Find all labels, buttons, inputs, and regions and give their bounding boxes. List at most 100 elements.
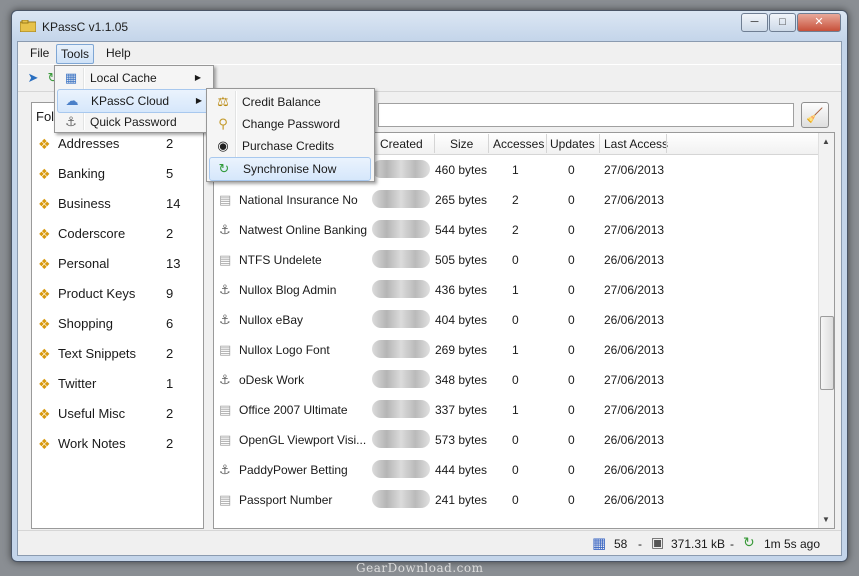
entry-updates: 0	[568, 463, 575, 477]
table-row[interactable]: ⚓ Nullox Blog Admin 436 bytes 1 0 27/06/2013	[214, 275, 818, 305]
entry-updates: 0	[568, 373, 575, 387]
folder-item[interactable]: ❖ Personal 13	[36, 253, 196, 275]
entry-size: 404 bytes	[435, 313, 488, 327]
table-row[interactable]: ▤ Nullox Logo Font 269 bytes 1 0 26/06/2013	[214, 335, 818, 365]
column-created[interactable]: Created	[380, 137, 423, 151]
column-size[interactable]: Size	[450, 137, 473, 151]
table-row[interactable]: ▤ OpenGL Viewport Visi... 573 bytes 0 0 26/06…	[214, 425, 818, 455]
entry-accesses: 0	[512, 493, 519, 507]
entry-updates: 0	[568, 313, 575, 327]
cloud-menu-item[interactable]: ⚲ Change Password	[209, 113, 369, 135]
menu-item-label: Synchronise Now	[243, 162, 337, 176]
table-row[interactable]: ▤ Office 2007 Ultimate 337 bytes 1 0 27/06/20…	[214, 395, 818, 425]
folder-item[interactable]: ❖ Business 14	[36, 193, 196, 215]
created-redacted	[372, 400, 430, 418]
folder-item[interactable]: ❖ Work Notes 2	[36, 433, 196, 455]
folder-name: Personal	[58, 256, 110, 271]
blocks-icon: ▦	[592, 535, 607, 552]
entry-last-access: 26/06/2013	[604, 343, 665, 357]
scroll-down-icon[interactable]: ▼	[822, 515, 830, 524]
tools-menu-item[interactable]: ☁ KPassC Cloud ▶	[57, 89, 211, 113]
table-row[interactable]: ⚓ PaddyPower Betting 444 bytes 0 0 26/06/2013	[214, 455, 818, 485]
entry-accesses: 0	[512, 313, 519, 327]
entry-size: 460 bytes	[435, 163, 488, 177]
scroll-up-icon[interactable]: ▲	[822, 137, 830, 146]
entry-size: 436 bytes	[435, 283, 488, 297]
menu-file[interactable]: File	[26, 44, 53, 62]
submenu-arrow-icon: ▶	[194, 73, 201, 82]
folders-panel: Fol ❖ Addresses 2 ❖ Banking 5 ❖ Business 14 ❖ Code…	[31, 102, 204, 529]
folder-icon: ❖	[38, 196, 51, 212]
menu-item-label: KPassC Cloud	[91, 94, 170, 108]
entry-last-access: 27/06/2013	[604, 373, 665, 387]
folder-count: 14	[166, 196, 181, 211]
entry-accesses: 0	[512, 253, 519, 267]
created-redacted	[372, 250, 430, 268]
key-icon: ⚓	[65, 114, 77, 129]
table-row[interactable]: ▤ Passport Number 241 bytes 0 0 26/06/2013	[214, 485, 818, 515]
entry-name: Passport Number	[239, 493, 333, 507]
created-redacted	[372, 280, 430, 298]
folder-item[interactable]: ❖ Text Snippets 2	[36, 343, 196, 365]
table-row[interactable]: ⚓ Nullox eBay 404 bytes 0 0 26/06/2013	[214, 305, 818, 335]
clear-search-button[interactable]: 🧹	[801, 102, 829, 128]
title-bar[interactable]: KPassC v1.1.05 ─ □ ✕	[12, 11, 847, 41]
folder-item[interactable]: ❖ Shopping 6	[36, 313, 196, 335]
minimize-button[interactable]: ─	[741, 13, 768, 32]
folder-item[interactable]: ❖ Product Keys 9	[36, 283, 196, 305]
entry-updates: 0	[568, 223, 575, 237]
tools-menu-item[interactable]: ⚓ Quick Password	[57, 111, 209, 133]
sync-icon: ↻	[218, 161, 230, 176]
folder-name: Work Notes	[58, 436, 126, 451]
entry-last-access: 27/06/2013	[604, 193, 665, 207]
created-redacted	[372, 310, 430, 328]
entry-last-access: 26/06/2013	[604, 313, 665, 327]
entry-accesses: 0	[512, 463, 519, 477]
cloud-menu-item[interactable]: ⚖ Credit Balance	[209, 91, 369, 113]
cloud-menu-item[interactable]: ◉ Purchase Credits	[209, 135, 369, 157]
entry-last-access: 26/06/2013	[604, 253, 665, 267]
entry-name: National Insurance No	[239, 193, 358, 207]
scroll-thumb[interactable]	[820, 316, 834, 390]
entry-size: 337 bytes	[435, 403, 488, 417]
menu-help[interactable]: Help	[102, 44, 135, 62]
window-title: KPassC v1.1.05	[42, 20, 129, 34]
cloud-menu-item[interactable]: ↻ Synchronise Now	[209, 157, 371, 181]
column-updates[interactable]: Updates	[550, 137, 595, 151]
column-accesses[interactable]: Accesses	[493, 137, 544, 151]
table-row[interactable]: ⚓ Natwest Online Banking 544 bytes 2 0 27/06/…	[214, 215, 818, 245]
menu-item-label: Change Password	[242, 117, 341, 131]
keys-icon: ⚲	[218, 116, 228, 131]
pin-icon[interactable]: ➤	[24, 69, 42, 87]
menu-tools[interactable]: Tools	[56, 44, 95, 64]
entry-name: PaddyPower Betting	[239, 463, 348, 477]
entry-updates: 0	[568, 493, 575, 507]
folder-item[interactable]: ❖ Addresses 2	[36, 133, 196, 155]
status-separator: -	[638, 537, 642, 551]
folder-item[interactable]: ❖ Twitter 1	[36, 373, 196, 395]
entry-updates: 0	[568, 433, 575, 447]
created-redacted	[372, 190, 430, 208]
folder-item[interactable]: ❖ Useful Misc 2	[36, 403, 196, 425]
folder-item[interactable]: ❖ Banking 5	[36, 163, 196, 185]
grid-scrollbar[interactable]: ▲ ▼	[818, 133, 834, 528]
entry-size: 265 bytes	[435, 193, 488, 207]
key-icon: ⚓	[219, 312, 231, 327]
folder-item[interactable]: ❖ Coderscore 2	[36, 223, 196, 245]
tools-menu-item[interactable]: ▦ Local Cache ▶	[57, 67, 209, 89]
entry-name: NTFS Undelete	[239, 253, 322, 267]
column-last-access[interactable]: Last Access	[604, 137, 668, 151]
maximize-button[interactable]: □	[769, 13, 796, 32]
search-input[interactable]	[378, 103, 794, 127]
entry-last-access: 26/06/2013	[604, 493, 665, 507]
entry-last-access: 27/06/2013	[604, 403, 665, 417]
folder-icon: ❖	[38, 406, 51, 422]
cloud-submenu: ⚖ Credit Balance ⚲ Change Password ◉ Purchase…	[206, 88, 375, 182]
entry-name: oDesk Work	[239, 373, 305, 387]
entry-updates: 0	[568, 193, 575, 207]
close-button[interactable]: ✕	[797, 13, 841, 32]
table-row[interactable]: ▤ NTFS Undelete 505 bytes 0 0 26/06/2013	[214, 245, 818, 275]
menu-item-label: Quick Password	[90, 115, 177, 129]
table-row[interactable]: ▤ National Insurance No 265 bytes 2 0 27/06/2…	[214, 185, 818, 215]
table-row[interactable]: ⚓ oDesk Work 348 bytes 0 0 27/06/2013	[214, 365, 818, 395]
